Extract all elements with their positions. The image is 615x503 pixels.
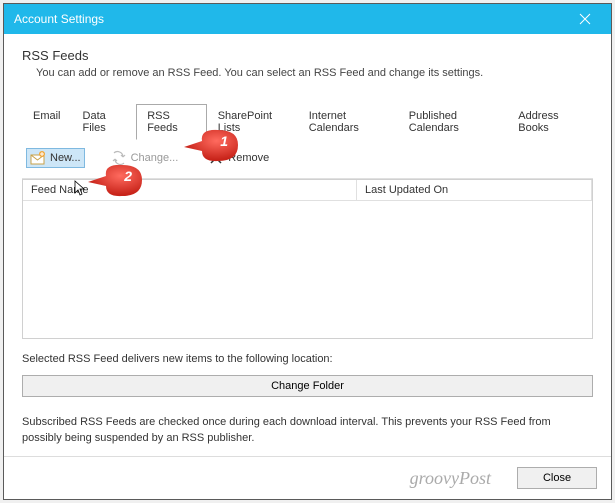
- close-icon[interactable]: [565, 5, 605, 33]
- change-label: Change...: [131, 152, 179, 164]
- tab-internet-calendars[interactable]: Internet Calendars: [298, 104, 398, 140]
- titlebar: Account Settings: [4, 4, 611, 34]
- remove-icon: [208, 150, 224, 166]
- tab-published-calendars[interactable]: Published Calendars: [398, 104, 508, 140]
- tab-sharepoint-lists[interactable]: SharePoint Lists: [207, 104, 298, 140]
- change-icon: [111, 150, 127, 166]
- column-feed-name[interactable]: Feed Name: [23, 180, 357, 200]
- change-folder-button[interactable]: Change Folder: [22, 375, 593, 397]
- change-button: Change...: [107, 148, 183, 168]
- tab-address-books[interactable]: Address Books: [507, 104, 593, 140]
- page-title: RSS Feeds: [22, 48, 593, 63]
- new-button[interactable]: New...: [26, 148, 85, 168]
- window-title: Account Settings: [14, 12, 104, 26]
- remove-button[interactable]: Remove: [204, 148, 273, 168]
- close-button[interactable]: Close: [517, 467, 597, 489]
- tab-data-files[interactable]: Data Files: [72, 104, 137, 140]
- remove-label: Remove: [228, 152, 269, 164]
- tab-strip: Email Data Files RSS Feeds SharePoint Li…: [22, 103, 593, 140]
- table-header: Feed Name Last Updated On: [23, 180, 592, 201]
- tab-email[interactable]: Email: [22, 104, 72, 140]
- dialog-footer: groovyPost Close: [4, 456, 611, 499]
- toolbar: New... Change... Remove: [22, 140, 593, 179]
- location-text: Selected RSS Feed delivers new items to …: [22, 339, 593, 365]
- new-icon: [30, 150, 46, 166]
- new-label: New...: [50, 152, 81, 164]
- tab-rss-feeds[interactable]: RSS Feeds: [136, 104, 206, 140]
- info-note: Subscribed RSS Feeds are checked once du…: [22, 415, 593, 446]
- watermark-text: groovyPost: [410, 468, 491, 489]
- feed-table: Feed Name Last Updated On: [22, 179, 593, 339]
- account-settings-dialog: Account Settings RSS Feeds You can add o…: [3, 3, 612, 500]
- page-subtitle: You can add or remove an RSS Feed. You c…: [36, 67, 593, 79]
- column-last-updated[interactable]: Last Updated On: [357, 180, 592, 200]
- content-area: RSS Feeds You can add or remove an RSS F…: [4, 34, 611, 456]
